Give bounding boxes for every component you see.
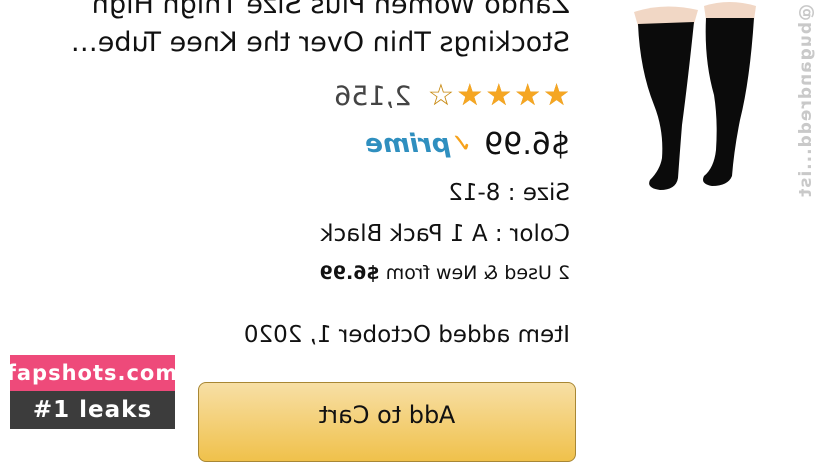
add-to-cart-button[interactable]: Add to Cart [198,382,576,462]
prime-badge: ✓ prime [365,129,472,159]
size-option: Size : 8-12 [448,180,570,206]
rating[interactable]: ★ ★ ★ ★ ☆ 2,156 [334,78,570,113]
star-empty-icon: ☆ [427,78,455,113]
creator-watermark: @bugandredd...ist [796,4,816,198]
thigh-high-stockings-image[interactable] [624,0,774,195]
leg-top-skin [704,2,756,20]
add-to-cart-label: Add to Cart [318,401,456,429]
price-row: $6.99 ✓ prime [365,124,570,164]
item-added-date: Item added October 1, 2020 [243,322,570,348]
offers-price: $6.99 [319,262,380,284]
product-title[interactable]: Zando Women Plus Size Thigh High Stockin… [50,0,570,62]
prime-check-icon: ✓ [450,129,473,159]
star-full-icon: ★ [514,78,542,113]
offers-text: 2 Used & New from [385,262,570,284]
tagline-watermark: #1 leaks [10,391,175,429]
star-full-icon: ★ [485,78,513,113]
product-title-line-2: Stockings Thin Over the Knee Tube… [70,27,570,58]
color-option: Color : A 1 Pack Black [320,221,570,247]
star-full-icon: ★ [543,78,570,113]
site-watermark: fapshots.com [7,355,177,391]
product-price: $6.99 [484,126,570,162]
used-new-offers[interactable]: 2 Used & New from $6.99 [320,262,570,284]
prime-word: prime [365,129,451,159]
left-stocking [703,18,754,186]
review-count: 2,156 [334,80,412,112]
product-title-line-1: Zando Women Plus Size Thigh High [91,0,570,20]
right-stocking [638,22,694,190]
star-full-icon: ★ [456,78,484,113]
